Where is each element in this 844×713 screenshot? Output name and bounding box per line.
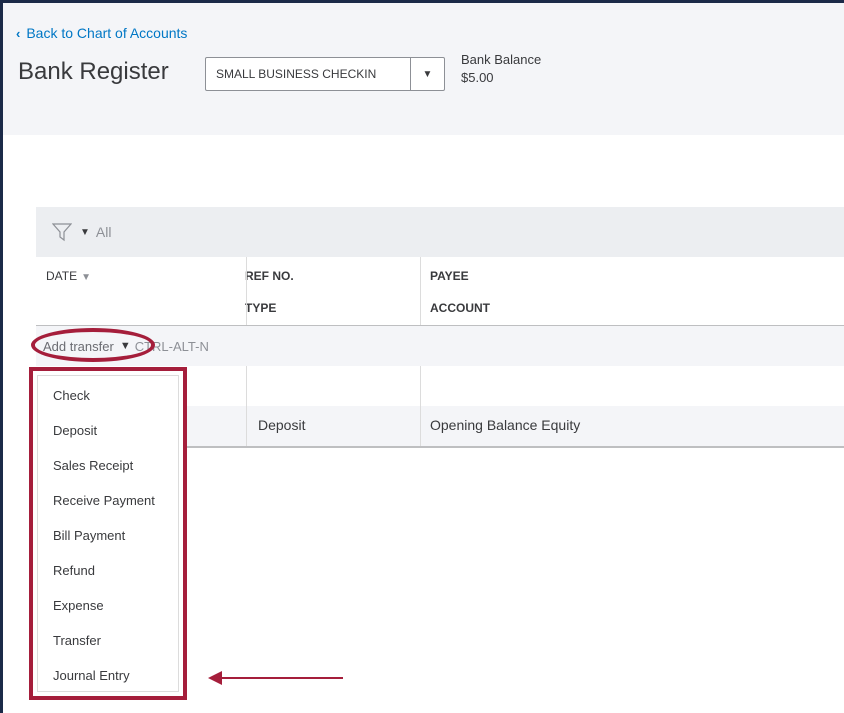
highlight-oval: [31, 328, 155, 362]
chevron-left-icon: ‹: [16, 25, 21, 41]
menu-item-check[interactable]: Check: [53, 388, 90, 403]
column-ref-no[interactable]: REF NO.: [245, 269, 294, 283]
filter-funnel-icon[interactable]: [52, 222, 72, 242]
page-title: Bank Register: [18, 58, 169, 85]
menu-item-deposit[interactable]: Deposit: [53, 423, 97, 438]
menu-item-transfer[interactable]: Transfer: [53, 633, 101, 648]
filter-bar: ▼ All: [36, 207, 844, 257]
filter-all-dropdown[interactable]: ▼ All: [80, 224, 111, 240]
account-select[interactable]: SMALL BUSINESS CHECKIN ▼: [205, 57, 445, 91]
column-divider: [246, 257, 247, 325]
column-date-label: DATE: [46, 269, 78, 283]
back-link-label: Back to Chart of Accounts: [26, 25, 188, 41]
menu-item-expense[interactable]: Expense: [53, 598, 104, 613]
bank-balance-label: Bank Balance: [461, 52, 542, 67]
bank-balance-value: $5.00: [461, 70, 494, 85]
column-payee[interactable]: PAYEE: [430, 269, 469, 283]
column-divider: [420, 366, 421, 406]
sort-down-icon: ▼: [81, 272, 92, 283]
column-divider: [246, 406, 247, 446]
red-arrow-pointer-icon: [208, 671, 343, 685]
account-select-value: SMALL BUSINESS CHECKIN: [216, 67, 377, 81]
register-header: ‹ Back to Chart of Accounts Bank Registe…: [3, 3, 844, 135]
menu-item-sales-receipt[interactable]: Sales Receipt: [53, 458, 133, 473]
dropdown-triangle-icon: ▼: [80, 226, 90, 238]
column-account[interactable]: ACCOUNT: [430, 301, 490, 315]
column-divider: [420, 406, 421, 446]
menu-item-journal-entry[interactable]: Journal Entry: [53, 668, 130, 683]
dropdown-arrow-icon[interactable]: ▼: [410, 58, 444, 90]
column-headers: DATE ▼ REF NO. TYPE PAYEE ACCOUNT: [36, 257, 844, 326]
back-to-chart-of-accounts-link[interactable]: ‹ Back to Chart of Accounts: [16, 25, 187, 41]
column-type[interactable]: TYPE: [245, 301, 276, 315]
row-type: Deposit: [258, 417, 306, 433]
column-divider: [420, 257, 421, 325]
menu-item-bill-payment[interactable]: Bill Payment: [53, 528, 125, 543]
transaction-type-menu: Check Deposit Sales Receipt Receive Paym…: [29, 367, 187, 700]
column-divider: [246, 366, 247, 406]
menu-item-receive-payment[interactable]: Receive Payment: [53, 493, 155, 508]
bank-balance: Bank Balance $5.00: [461, 51, 541, 87]
menu-item-refund[interactable]: Refund: [53, 563, 95, 578]
filter-all-label: All: [95, 224, 112, 240]
row-account: Opening Balance Equity: [430, 417, 581, 433]
column-date[interactable]: DATE ▼: [46, 269, 91, 283]
add-transaction-row: Add transfer ▼ CTRL-ALT-N: [36, 326, 844, 367]
